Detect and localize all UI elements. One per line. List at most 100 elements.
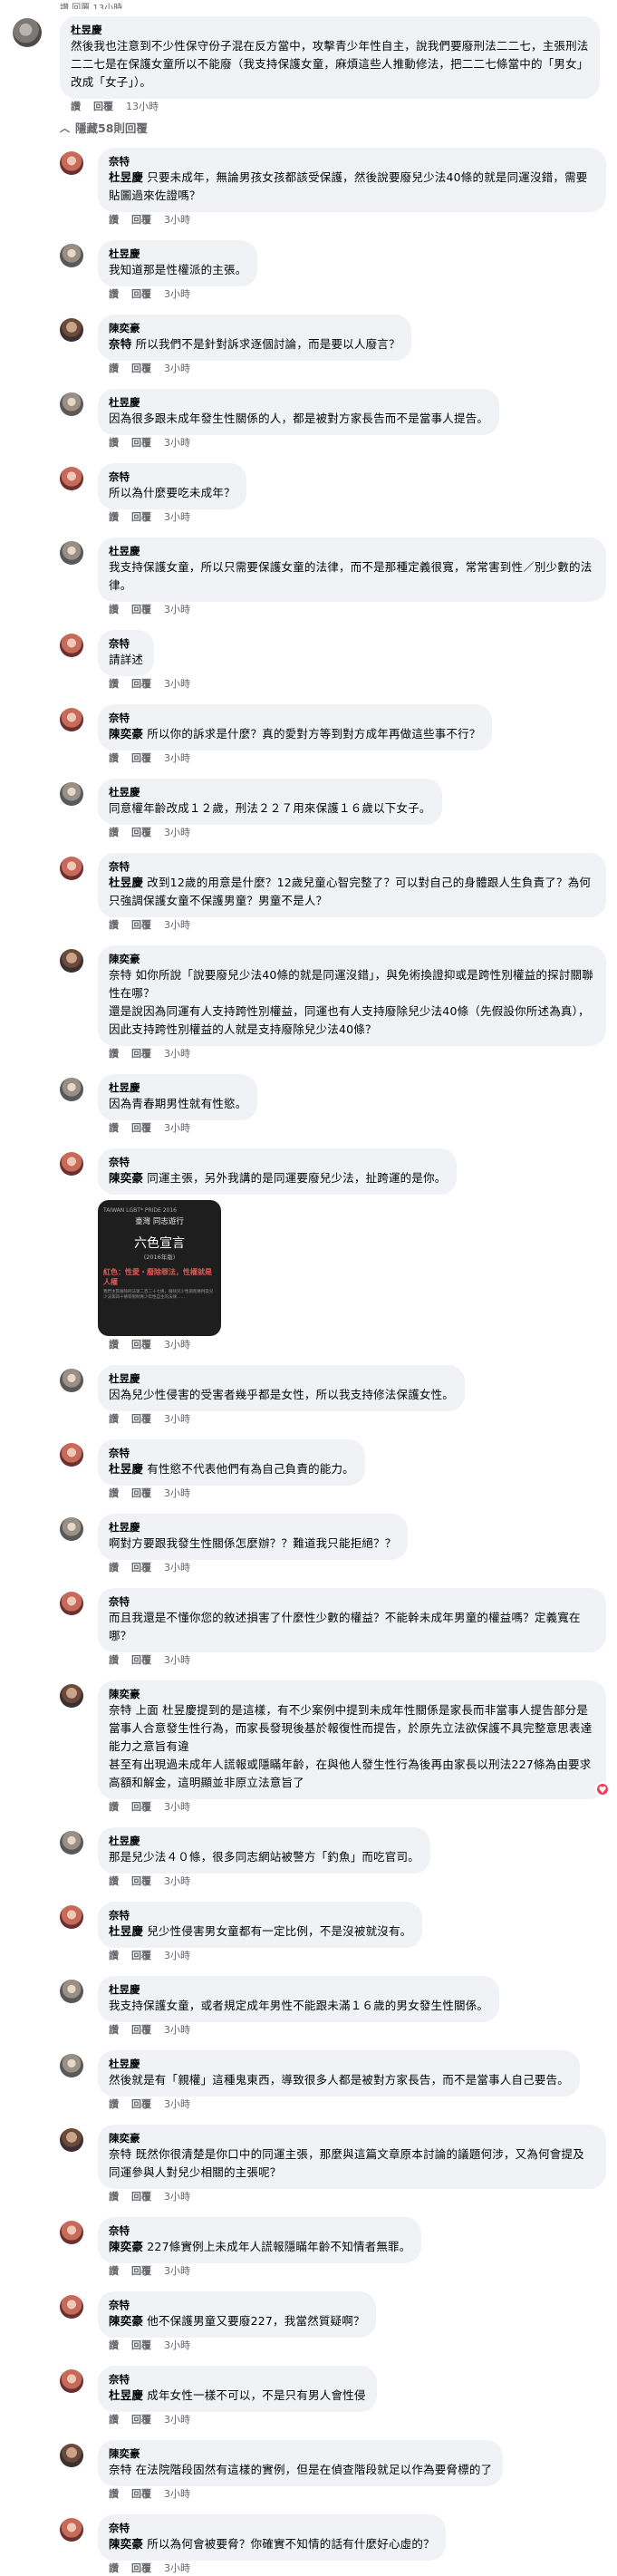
avatar[interactable] (60, 1684, 83, 1708)
like-button[interactable]: 讚 (109, 2265, 119, 2277)
timestamp[interactable]: 3小時 (164, 288, 190, 300)
reply-button[interactable]: 回覆 (131, 363, 151, 374)
like-button[interactable]: 讚 (109, 604, 119, 615)
comment-author[interactable]: 杜昱慶 (109, 1982, 488, 1997)
mention-tag[interactable]: 奈特 (109, 337, 131, 351)
comment-author[interactable]: 奈特 (109, 154, 595, 169)
avatar[interactable] (60, 244, 83, 267)
timestamp[interactable]: 3小時 (164, 1654, 190, 1666)
comment-author[interactable]: 杜昱慶 (109, 1371, 454, 1386)
mention-tag[interactable]: 杜昱慶 (109, 2388, 143, 2402)
reply-button[interactable]: 回覆 (131, 1413, 151, 1425)
comment-author[interactable]: 奈特 (109, 1155, 446, 1169)
timestamp[interactable]: 3小時 (164, 1950, 190, 1961)
timestamp[interactable]: 3小時 (164, 2414, 190, 2426)
timestamp[interactable]: 3小時 (164, 1562, 190, 1574)
reply-button[interactable]: 回覆 (131, 1654, 151, 1666)
comment-author[interactable]: 陳奕豪 (109, 1687, 595, 1701)
reply-button[interactable]: 回覆 (131, 827, 151, 838)
comment-author[interactable]: 杜昱慶 (71, 23, 589, 37)
reply-button[interactable]: 回覆 (131, 2191, 151, 2203)
reply-button[interactable]: 回覆 (131, 214, 151, 226)
avatar[interactable] (60, 782, 83, 806)
comment-author[interactable]: 奈特 (109, 2521, 435, 2535)
timestamp[interactable]: 3小時 (164, 678, 190, 690)
avatar[interactable] (60, 151, 83, 175)
timestamp[interactable]: 3小時 (164, 1487, 190, 1499)
comment-author[interactable]: 杜昱慶 (109, 1080, 246, 1095)
comment-author[interactable]: 奈特 (109, 2223, 410, 2238)
reply-button[interactable]: 回覆 (131, 288, 151, 300)
reply-button[interactable]: 回覆 (131, 437, 151, 449)
timestamp[interactable]: 3小時 (164, 2488, 190, 2500)
like-button[interactable]: 讚 (109, 827, 119, 838)
comment-author[interactable]: 陳奕豪 (109, 952, 595, 966)
comment-author[interactable]: 奈特 (109, 470, 236, 484)
timestamp[interactable]: 3小時 (164, 2265, 190, 2277)
timestamp[interactable]: 3小時 (164, 1801, 190, 1813)
timestamp[interactable]: 3小時 (164, 1048, 190, 1060)
avatar[interactable] (60, 541, 83, 565)
hide-replies-link[interactable]: ︿ 隱藏58則回覆 (60, 120, 617, 137)
like-button[interactable]: 讚 (109, 2098, 119, 2110)
reply-button[interactable]: 回覆 (93, 101, 113, 112)
avatar[interactable] (60, 2518, 83, 2542)
timestamp[interactable]: 3小時 (164, 604, 190, 615)
reply-button[interactable]: 回覆 (131, 2488, 151, 2500)
comment-author[interactable]: 杜昱慶 (109, 247, 246, 261)
like-button[interactable]: 讚 (109, 1048, 119, 1060)
timestamp[interactable]: 3小時 (164, 511, 190, 523)
reply-button[interactable]: 回覆 (131, 1048, 151, 1060)
comment-author[interactable]: 陳奕豪 (109, 321, 400, 335)
reply-button[interactable]: 回覆 (131, 511, 151, 523)
comment-author[interactable]: 奈特 (109, 2298, 365, 2312)
avatar[interactable] (60, 1980, 83, 2003)
timestamp[interactable]: 3小時 (164, 2339, 190, 2351)
mention-tag[interactable]: 陳奕豪 (109, 2314, 143, 2328)
avatar[interactable] (60, 1517, 83, 1541)
like-button[interactable]: 讚 (109, 2414, 119, 2426)
avatar[interactable] (60, 634, 83, 657)
avatar[interactable] (60, 708, 83, 731)
reply-button[interactable]: 回覆 (131, 1950, 151, 1961)
like-button[interactable]: 讚 (109, 678, 119, 690)
avatar[interactable] (60, 857, 83, 880)
mention-tag[interactable]: 杜昱慶 (109, 1924, 143, 1938)
reply-button[interactable]: 回覆 (131, 2265, 151, 2277)
like-button[interactable]: 讚 (109, 2562, 119, 2574)
comment-author[interactable]: 杜昱慶 (109, 785, 431, 799)
comment-author[interactable]: 奈特 (109, 1594, 595, 1609)
avatar[interactable] (60, 2295, 83, 2319)
comment-author[interactable]: 陳奕豪 (109, 2131, 595, 2145)
comment-author[interactable]: 杜昱慶 (109, 1834, 419, 1848)
like-button[interactable]: 讚 (109, 1654, 119, 1666)
timestamp[interactable]: 3小時 (164, 2562, 190, 2574)
timestamp[interactable]: 3小時 (164, 2191, 190, 2203)
like-button[interactable]: 讚 (109, 752, 119, 764)
avatar[interactable] (60, 1078, 83, 1101)
heart-icon[interactable]: ♥ (595, 1782, 610, 1796)
like-button[interactable]: 讚 (109, 1562, 119, 1574)
comment-author[interactable]: 杜昱慶 (109, 2057, 569, 2071)
like-button[interactable]: 讚 (109, 1487, 119, 1499)
like-button[interactable]: 讚 (109, 2488, 119, 2500)
attached-image[interactable]: TAIWAN LGBT* PRIDE 2016 臺灣 同志遊行 六色宣言 (2016年… (98, 1200, 221, 1336)
avatar[interactable] (60, 392, 83, 416)
mention-tag[interactable]: 杜昱慶 (109, 876, 143, 889)
reply-button[interactable]: 回覆 (131, 1562, 151, 1574)
reply-button[interactable]: 回覆 (131, 678, 151, 690)
reply-button[interactable]: 回覆 (131, 2414, 151, 2426)
avatar[interactable] (60, 1443, 83, 1467)
reply-button[interactable]: 回覆 (131, 1875, 151, 1887)
timestamp[interactable]: 3小時 (164, 437, 190, 449)
timestamp[interactable]: 3小時 (164, 827, 190, 838)
timestamp[interactable]: 3小時 (164, 214, 190, 226)
comment-author[interactable]: 奈特 (109, 2372, 366, 2387)
timestamp[interactable]: 3小時 (164, 363, 190, 374)
comment-author[interactable]: 杜昱慶 (109, 395, 488, 410)
avatar[interactable] (60, 467, 83, 490)
like-button[interactable]: 讚 (109, 2339, 119, 2351)
reply-button[interactable]: 回覆 (131, 2339, 151, 2351)
comment-author[interactable]: 陳奕豪 (109, 2446, 492, 2461)
like-button[interactable]: 讚 (71, 101, 81, 112)
